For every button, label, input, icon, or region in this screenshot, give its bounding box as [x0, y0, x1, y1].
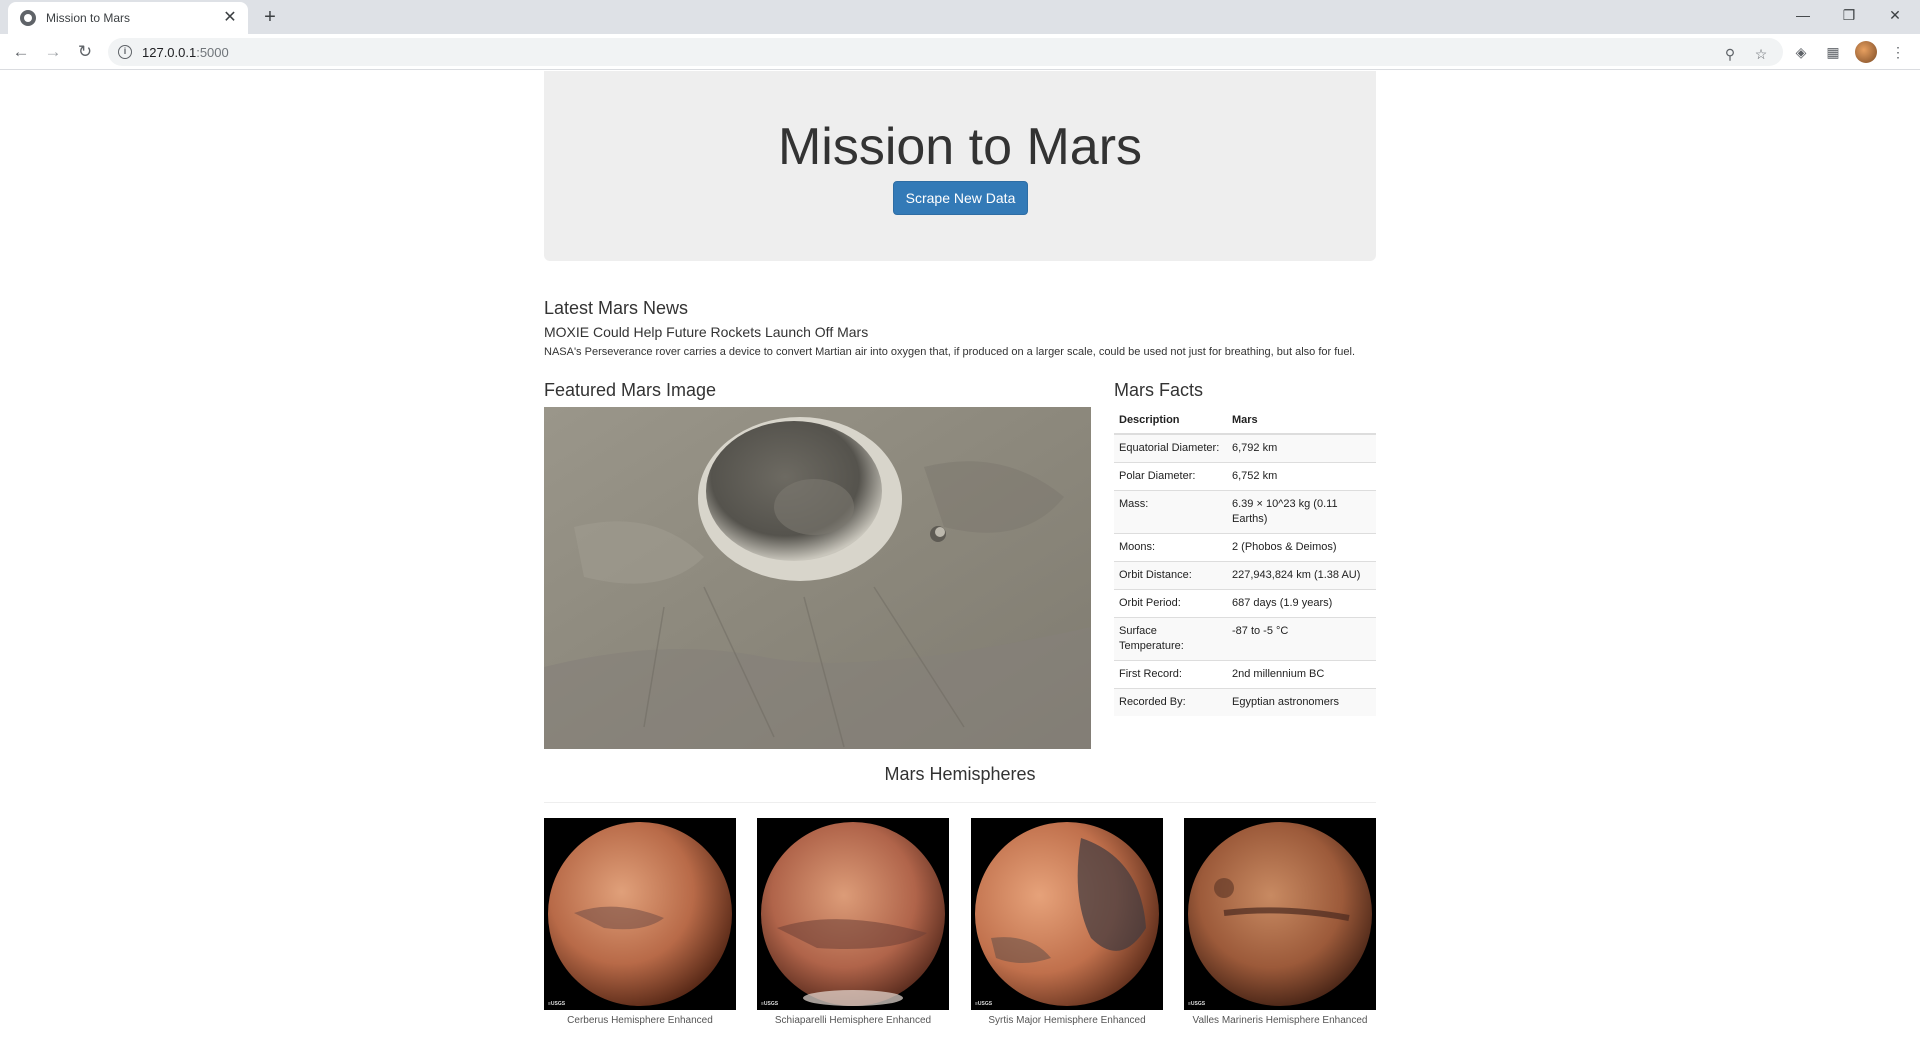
facts-col-mars: Mars — [1227, 407, 1376, 435]
new-tab-button[interactable]: + — [258, 5, 282, 29]
browser-tab-bar: Mission to Mars ✕ + — ❐ ✕ — [0, 0, 1920, 34]
page-title: Mission to Mars — [777, 118, 1143, 176]
browser-tab[interactable]: Mission to Mars ✕ — [8, 2, 248, 34]
fact-value: -87 to -5 °C — [1227, 617, 1376, 661]
usgs-logo: ≡USGS — [548, 1001, 566, 1007]
divider — [544, 802, 1376, 803]
table-row: Recorded By: Egyptian astronomers — [1114, 688, 1376, 716]
fact-label: Mass: — [1114, 490, 1227, 534]
globe-icon — [20, 10, 36, 26]
fact-label: Recorded By: — [1114, 688, 1227, 716]
menu-icon[interactable]: ⋮ — [1886, 40, 1910, 64]
minimize-icon[interactable]: — — [1780, 0, 1826, 30]
table-row: First Record: 2nd millennium BC — [1114, 660, 1376, 689]
window-close-icon[interactable]: ✕ — [1872, 0, 1918, 30]
fact-value: Egyptian astronomers — [1227, 688, 1376, 716]
table-row: Surface Temperature: -87 to -5 °C — [1114, 617, 1376, 661]
bookmark-star-icon[interactable]: ☆ — [1751, 44, 1771, 64]
crater-image — [544, 407, 1091, 749]
fact-value: 2 (Phobos & Deimos) — [1227, 533, 1376, 562]
table-row: Polar Diameter: 6,752 km — [1114, 462, 1376, 491]
address-bar[interactable]: i 127.0.0.1 :5000 ⚲ ☆ — [108, 38, 1783, 66]
page-content: Mission to Mars Scrape New Data Latest M… — [0, 71, 1920, 1040]
hemisphere-card-valles-marineris[interactable]: ≡USGS Valles Marineris Hemisphere Enhanc… — [1184, 818, 1376, 1026]
fact-label: First Record: — [1114, 660, 1227, 689]
fact-label: Moons: — [1114, 533, 1227, 562]
news-title: MOXIE Could Help Future Rockets Launch O… — [544, 324, 869, 340]
browser-toolbar: ← → ↻ i 127.0.0.1 :5000 ⚲ ☆ — [0, 34, 1920, 70]
fact-label: Equatorial Diameter: — [1114, 433, 1227, 463]
featured-image — [544, 407, 1091, 749]
fact-label: Surface Temperature: — [1114, 617, 1227, 661]
usgs-logo: ≡USGS — [975, 1001, 993, 1007]
usgs-logo: ≡USGS — [1188, 1001, 1206, 1007]
mars-globe-image — [548, 822, 732, 1006]
news-heading: Latest Mars News — [544, 298, 689, 318]
fact-value: 6.39 × 10^23 kg (0.11 Earths) — [1227, 490, 1376, 534]
forward-icon[interactable]: → — [41, 40, 65, 64]
zoom-icon[interactable]: ⚲ — [1720, 44, 1740, 64]
hemisphere-title: Cerberus Hemisphere Enhanced — [567, 1015, 713, 1026]
url-host: 127.0.0.1 — [142, 44, 197, 60]
news-teaser: NASA's Perseverance rover carries a devi… — [544, 346, 1356, 358]
fact-label: Orbit Distance: — [1114, 561, 1227, 590]
fact-value: 2nd millennium BC — [1227, 660, 1376, 689]
facts-header-row: Description Mars — [1114, 407, 1376, 435]
hemispheres-heading: Mars Hemispheres — [884, 764, 1036, 784]
tab-title: Mission to Mars — [46, 11, 131, 25]
hemisphere-card-syrtis-major[interactable]: ≡USGS Syrtis Major Hemisphere Enhanced — [971, 818, 1163, 1026]
table-row: Moons: 2 (Phobos & Deimos) — [1114, 533, 1376, 562]
hemisphere-title: Syrtis Major Hemisphere Enhanced — [988, 1015, 1146, 1026]
hemisphere-title: Valles Marineris Hemisphere Enhanced — [1192, 1015, 1368, 1026]
extension-icon[interactable]: ◈ — [1789, 40, 1813, 64]
fact-label: Orbit Period: — [1114, 589, 1227, 618]
facts-heading: Mars Facts — [1114, 380, 1204, 400]
hemisphere-image[interactable]: ≡USGS — [1184, 818, 1376, 1010]
info-icon[interactable]: i — [118, 45, 132, 59]
fact-label: Polar Diameter: — [1114, 462, 1227, 491]
fact-value: 687 days (1.9 years) — [1227, 589, 1376, 618]
mars-globe-image — [1188, 822, 1372, 1006]
fact-value: 227,943,824 km (1.38 AU) — [1227, 561, 1376, 590]
close-tab-icon[interactable]: ✕ — [222, 10, 238, 26]
facts-col-description: Description — [1114, 407, 1227, 435]
scrape-button[interactable]: Scrape New Data — [893, 181, 1028, 215]
usgs-logo: ≡USGS — [761, 1001, 779, 1007]
profile-avatar[interactable] — [1855, 41, 1877, 63]
table-row: Orbit Distance: 227,943,824 km (1.38 AU) — [1114, 561, 1376, 590]
mars-globe-image — [761, 822, 945, 1006]
fact-value: 6,792 km — [1227, 433, 1376, 463]
puzzle-icon[interactable]: ▦ — [1821, 40, 1845, 64]
table-row: Equatorial Diameter: 6,792 km — [1114, 433, 1376, 463]
hemisphere-card-schiaparelli[interactable]: ≡USGS Schiaparelli Hemisphere Enhanced — [757, 818, 949, 1026]
mars-globe-image — [975, 822, 1159, 1006]
hemisphere-title: Schiaparelli Hemisphere Enhanced — [774, 1015, 932, 1026]
fact-value: 6,752 km — [1227, 462, 1376, 491]
jumbotron: Mission to Mars Scrape New Data — [544, 71, 1376, 261]
hemisphere-image[interactable]: ≡USGS — [544, 818, 736, 1010]
hemisphere-image[interactable]: ≡USGS — [971, 818, 1163, 1010]
back-icon[interactable]: ← — [9, 40, 33, 64]
hemisphere-image[interactable]: ≡USGS — [757, 818, 949, 1010]
table-row: Mass: 6.39 × 10^23 kg (0.11 Earths) — [1114, 490, 1376, 534]
featured-heading: Featured Mars Image — [544, 380, 717, 400]
restore-icon[interactable]: ❐ — [1826, 0, 1872, 30]
reload-icon[interactable]: ↻ — [73, 40, 97, 64]
hemisphere-card-cerberus[interactable]: ≡USGS Cerberus Hemisphere Enhanced — [544, 818, 736, 1026]
url-port: :5000 — [196, 44, 229, 60]
table-row: Orbit Period: 687 days (1.9 years) — [1114, 589, 1376, 618]
mars-facts-table: Description Mars Equatorial Diameter: 6,7… — [1114, 407, 1376, 716]
